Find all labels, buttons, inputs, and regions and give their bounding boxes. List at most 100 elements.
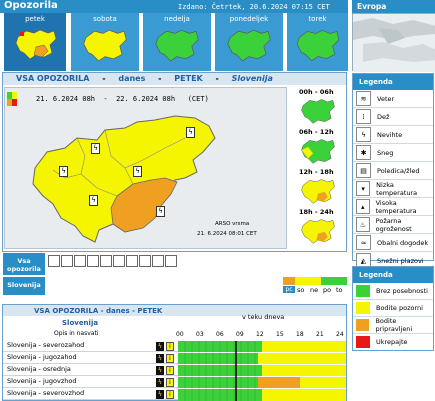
hour-tick: 09 [236,331,244,338]
slot-2[interactable]: 12h - 18h [289,167,346,207]
row-region-label: Slovenija - osrednja [7,365,71,373]
legend-level: Brez posebnosti [353,283,433,300]
legend-item: ⁞ Dež [353,108,433,126]
scale-label[interactable]: ne [310,286,318,294]
ice-icon[interactable] [100,255,112,267]
tab-day-label: petek [25,15,45,23]
slot-label: 12h - 18h [299,168,334,176]
timeline-bar-row [178,389,346,401]
row-thunder-icon[interactable]: ϟ [156,342,164,351]
slot-0[interactable]: 00h - 06h [289,87,346,127]
title-weekday: PETEK [174,74,203,83]
hour-header: 00 03 06 09 12 15 18 21 24 [176,331,346,340]
europe-map-thumbnail[interactable] [352,13,435,72]
title-today: danes [118,74,146,83]
slot-3[interactable]: 18h - 24h [289,207,346,249]
legend-types-panel: Legenda ≋ Veter ⁞ Dež ϟ Nevihte ✱ Sneg ▤ Pole… [352,73,434,268]
timeline-col-desc: Opis in nasvati [54,330,99,337]
legend-level-label: Ukrepajte [376,338,408,346]
tab-day-0[interactable]: petek [4,13,66,71]
row-region-label: Slovenija - jugozahod [7,353,77,361]
timeline-bar-row [178,377,346,388]
wind-icon[interactable] [48,255,60,267]
slot-thumbnail-map [301,139,335,164]
legend-item: ≋ Veter [353,90,433,108]
summary-row-all-icons [48,255,198,269]
timeline-bars [178,341,346,401]
tab-day-label: sobota [93,15,117,23]
slot-label: 06h - 12h [299,128,334,136]
fire-icon: ♨ [356,217,370,232]
legend-item-label: Veter [377,94,395,103]
row-thunder-icon[interactable]: i [166,378,174,387]
title-all-warnings: VSA OPOZORILA [16,74,90,83]
tab-day-label: ponedeljek [229,15,269,23]
legend-level: Bodite pozorni [353,300,433,317]
row-region-label: Slovenija - jugovzhod [7,377,77,385]
legend-item-label: Visoka temperatura [375,198,417,215]
map-thunderstorm-icon[interactable]: ϟ [133,166,142,177]
legend-item-label: Poledica/žled [377,166,420,175]
hour-tick: 18 [296,331,304,338]
map-thunderstorm-icon[interactable]: ϟ [156,206,165,217]
tab-day-2[interactable]: nedelja [143,13,211,71]
row-thunder-icon[interactable]: ϟ [156,366,164,375]
row-thunder-icon[interactable]: i [166,366,174,375]
level-swatch-red [356,336,370,348]
legend-item-label: Snežni plazovi [377,256,424,265]
map-thunderstorm-icon[interactable]: ϟ [91,143,100,154]
thunderstorm-icon[interactable] [74,255,86,267]
map-credit-source: ARSO vrsma [215,221,250,227]
rain-icon[interactable] [61,255,73,267]
coastal-icon[interactable] [152,255,164,267]
timeline-col-day: v teku dneva [242,313,285,321]
day-thumbnail-map [83,29,127,62]
title-separator: - [215,74,219,83]
timeline-title: VSA OPOZORILA - danes - PETEK [34,307,163,315]
level-swatch-orange [356,319,370,331]
slot-label: 18h - 24h [299,208,334,216]
tab-day-1[interactable]: sobota [71,13,139,71]
row-region-label: Slovenija - severovzhod [7,389,85,397]
timeline-subtitle: Slovenija [62,319,99,327]
map-thunderstorm-icon[interactable]: ϟ [186,127,195,138]
map-credit-time: 21. 6.2024 08:01 CET [197,231,257,237]
day-thumbnail-map [15,29,57,60]
row-thunder-icon[interactable]: ϟ [156,354,164,363]
main-map-area: 21. 6.2024 08h - 22. 6.2024 08h (CET) ϟ … [4,87,287,249]
tab-day-4[interactable]: torek [287,13,348,71]
title-separator: - [102,74,106,83]
issued-timestamp: Izdano: Četrtek, 20.6.2024 07:15 CET [178,3,330,11]
legend-level: Ukrepajte [353,334,433,350]
slovenia-warning-map[interactable] [25,108,225,248]
row-thunder-icon[interactable]: i [166,354,174,363]
slot-1[interactable]: 06h - 12h [289,127,346,167]
hour-tick: 21 [316,331,324,338]
timeline-bar-row [178,365,346,376]
europe-header[interactable]: Evropa [352,0,435,13]
row-thunder-icon[interactable]: i [166,390,174,399]
map-thunderstorm-icon[interactable]: ϟ [89,195,98,206]
avalanche-icon[interactable] [165,255,177,267]
top-header: Opozorila Izdano: Četrtek, 20.6.2024 07:… [0,0,348,13]
low-temperature-icon[interactable] [113,255,125,267]
row-thunder-icon[interactable]: ϟ [156,378,164,387]
day-thumbnail-map [296,30,340,62]
legend-item-label: Nevihte [377,130,403,139]
snow-icon[interactable] [87,255,99,267]
row-thunder-icon[interactable]: i [166,342,174,351]
scale-label-active[interactable]: pc [283,286,295,293]
map-panel-title: VSA OPOZORILA - danes - PETEK - Slovenij… [16,74,273,83]
high-temperature-icon[interactable] [126,255,138,267]
fire-icon[interactable] [139,255,151,267]
scale-label[interactable]: to [336,286,343,294]
row-thunder-icon[interactable]: ϟ [156,390,164,399]
scale-label[interactable]: po [323,286,331,294]
map-thunderstorm-icon[interactable]: ϟ [59,166,68,177]
page-title: Opozorila [4,0,58,11]
legend-item: ▴ Visoka temperatura [353,198,433,216]
tab-day-3[interactable]: ponedeljek [215,13,283,71]
legend-item: ▾ Nizka temperatura [353,180,433,198]
color-key-stripe [7,92,17,106]
scale-label[interactable]: so [297,286,304,294]
